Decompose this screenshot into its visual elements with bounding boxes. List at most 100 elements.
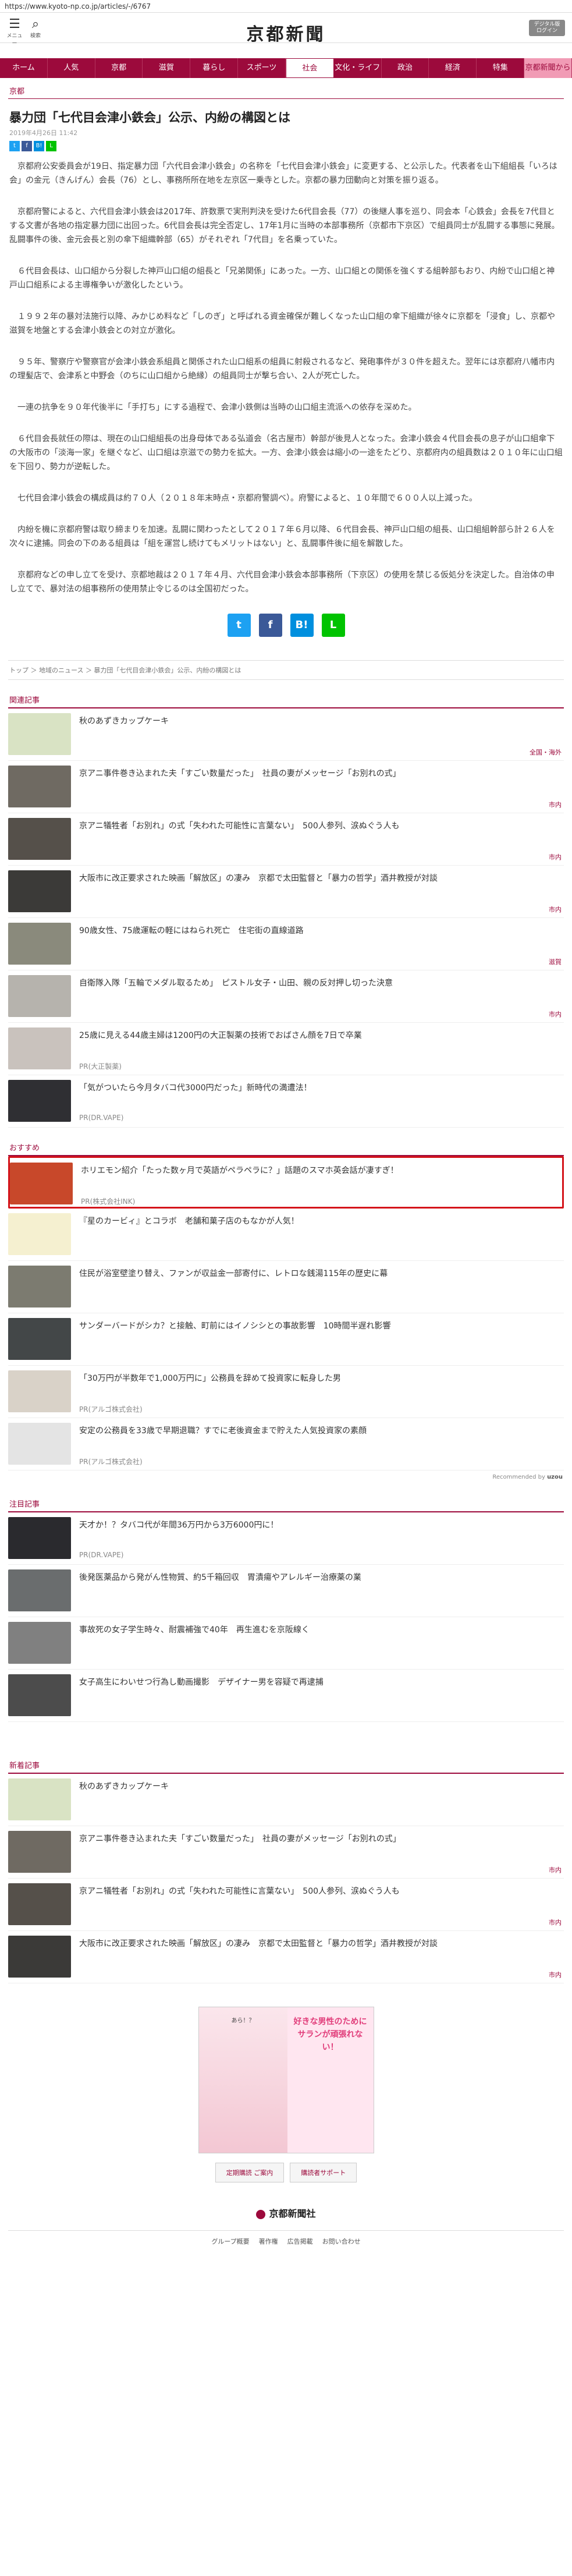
list-item[interactable]: 京アニ犠牲者「お別れ」の式「失われた可能性に言葉ない」 500人参列、涙ぬぐう人… bbox=[8, 1879, 564, 1931]
url-bar[interactable]: https://www.kyoto-np.co.jp/articles/-/67… bbox=[0, 0, 572, 13]
thumbnail-image bbox=[8, 923, 71, 965]
list-item[interactable]: 「30万円が半数年で1,000万円に」公務員を辞めて投資家に転身した男 PR(アル… bbox=[8, 1366, 564, 1418]
article-paragraph: 京都府公安委員会が19日、指定暴力団「六代目会津小鉄会」の名称を「七代目会津小鉄… bbox=[9, 162, 557, 185]
article-paragraph: ６代目会長は、山口組から分裂した神戸山口組の組長と「兄弟関係」にあった。一方、山… bbox=[9, 267, 555, 290]
list-item[interactable]: 天才か！？タバコ代が年間36万円から3万6000円に！ PR(DR.VAPE) bbox=[8, 1512, 564, 1565]
subscription-button[interactable]: 購読者サポート bbox=[290, 2163, 357, 2182]
line-icon[interactable]: L bbox=[46, 141, 56, 151]
twitter-icon[interactable]: t bbox=[227, 614, 251, 637]
thumbnail-image bbox=[8, 1517, 71, 1559]
list-item-title: 大阪市に改正要求された映画「解放区」の凄み 京都で太田監督と「暴力の哲学」酒井教… bbox=[79, 874, 438, 883]
nav-item[interactable]: 人気 bbox=[48, 58, 95, 78]
nav-item[interactable]: スポーツ bbox=[238, 58, 286, 78]
site-logo[interactable]: 京都新聞 bbox=[0, 20, 572, 45]
thumbnail-image bbox=[8, 1370, 71, 1412]
article-paragraph: ６代目会長就任の際は、現在の山口組組長の出身母体である弘道会（名古屋市）幹部が後… bbox=[9, 434, 563, 472]
list-item[interactable]: 京アニ事件巻き込まれた夫「すごい数量だった」 社員の妻がメッセージ「お別れの式」… bbox=[8, 1826, 564, 1879]
list-item[interactable]: サンダーバードがシカ？と接触、町前にはイノシシとの事故影響 10時間半遅れ影響 bbox=[8, 1313, 564, 1366]
nav-item[interactable]: 経済 bbox=[429, 58, 477, 78]
nav-item[interactable]: 暮らし bbox=[190, 58, 239, 78]
article-paragraph: １９９２年の暴対法施行以降、みかじめ料など「しのぎ」と呼ばれる資金確保が難しくな… bbox=[9, 312, 555, 335]
search-button[interactable]: ⌕ 検索 bbox=[27, 17, 44, 40]
list-item-title: 女子高生にわいせつ行為し動画撮影 デザイナー男を容疑で再逮捕 bbox=[79, 1678, 324, 1687]
list-item[interactable]: 秋のあずきカップケーキ 全国・海外 bbox=[8, 708, 564, 761]
thumbnail-image bbox=[8, 1318, 71, 1360]
share-bar-top: t f B! L bbox=[9, 141, 563, 151]
menu-button[interactable]: ☰ メニュー bbox=[6, 17, 23, 47]
list-item[interactable]: 秋のあずきカップケーキ bbox=[8, 1774, 564, 1826]
hatena-icon[interactable]: B! bbox=[34, 141, 44, 151]
share-bar-bottom: t f B! L bbox=[8, 614, 564, 637]
list-item[interactable]: 『星のカービィ』とコラボ 老舗和菓子店のもなかが人気！ bbox=[8, 1209, 564, 1261]
list-item-tag: 市内 bbox=[549, 906, 562, 913]
list-item-title: 大阪市に改正要求された映画「解放区」の凄み 京都で太田監督と「暴力の哲学」酒井教… bbox=[79, 1939, 438, 1948]
list-item[interactable]: 京アニ犠牲者「お別れ」の式「失われた可能性に言葉ない」 500人参列、涙ぬぐう人… bbox=[8, 813, 564, 866]
nav-item[interactable]: 滋賀 bbox=[143, 58, 191, 78]
nav-item[interactable]: 政治 bbox=[382, 58, 429, 78]
footer-link[interactable]: 著作権 bbox=[259, 2237, 278, 2246]
list-item-sponsor: PR(大正製薬) bbox=[79, 1062, 122, 1071]
nav-item[interactable]: 特集 bbox=[477, 58, 525, 78]
related-list: 秋のあずきカップケーキ 全国・海外 京アニ事件巻き込まれた夫「すごい数量だった」 社… bbox=[8, 708, 564, 1128]
list-item[interactable]: 90歳女性、75歳運転の軽にはねられ死亡 住宅街の直線道路 滋賀 bbox=[8, 918, 564, 970]
article-date: 2019年4月26日 11:42 bbox=[9, 129, 78, 137]
facebook-icon[interactable]: f bbox=[22, 141, 32, 151]
line-icon[interactable]: L bbox=[321, 614, 345, 637]
list-item-tag: 市内 bbox=[549, 801, 562, 809]
ad-right-panel: 好きな男性のために サランが頑張れない！ bbox=[287, 2007, 374, 2153]
list-item[interactable]: 事故死の女子学生時々、耐震補強で40年 再生進むを京阪線く bbox=[8, 1617, 564, 1670]
list-item[interactable]: 後発医薬品から発がん性物質、約5千箱回収 胃潰瘍やアレルギー治療薬の業 bbox=[8, 1565, 564, 1617]
list-item[interactable]: ホリエモン紹介「たった数ヶ月で英語がペラペラに？」話題のスマホ英会話が凄すぎ！ P… bbox=[8, 1156, 564, 1209]
nav-item[interactable]: ホーム bbox=[0, 58, 48, 78]
article-paragraph: 京都府警によると、六代目会津小鉄会は2017年、許数票で実刑判決を受けた6代目会… bbox=[9, 207, 560, 245]
list-item-title: 90歳女性、75歳運転の軽にはねられ死亡 住宅街の直線道路 bbox=[79, 926, 304, 936]
thumbnail-image bbox=[8, 766, 71, 807]
list-item[interactable]: 自衛隊入隊「五輪でメダル取るため」 ピストル女子・山田、親の反対押し切った決意市… bbox=[8, 970, 564, 1023]
thumbnail-image bbox=[8, 1569, 71, 1611]
footer-link[interactable]: グループ概要 bbox=[211, 2237, 249, 2246]
manga-ad-banner[interactable]: あら！？ 好きな男性のために サランが頑張れない！ bbox=[198, 2007, 374, 2153]
twitter-icon[interactable]: t bbox=[9, 141, 20, 151]
list-item[interactable]: 女子高生にわいせつ行為し動画撮影 デザイナー男を容疑で再逮捕 bbox=[8, 1670, 564, 1722]
breadcrumb[interactable]: トップ ＞ 地域のニュース ＞ 暴力団「七代目会津小鉄会」公示、内紛の構図とは bbox=[8, 660, 564, 680]
list-item[interactable]: 住民が浴室壁塗り替え、ファンが収益金一部寄付に、レトロな銭湯115年の歴史に幕 bbox=[8, 1261, 564, 1313]
footer-link[interactable]: 広告掲載 bbox=[287, 2237, 313, 2246]
category-nav: ホーム 人気 京都 滋賀 暮らし スポーツ 社会 文化・ライフ 政治 経済 特集 京都新聞から bbox=[0, 58, 572, 78]
search-label: 検索 bbox=[30, 33, 41, 39]
list-item-title: 京アニ犠牲者「お別れ」の式「失われた可能性に言葉ない」 500人参列、涙ぬぐう人… bbox=[79, 821, 400, 831]
article-paragraph: 内紛を機に京都府警は取り締まりを加速。乱闘に関わったとして２０１７年６月以降、６… bbox=[9, 525, 555, 548]
thumbnail-image bbox=[8, 1213, 71, 1255]
thumbnail-image bbox=[8, 1778, 71, 1820]
thumbnail-image bbox=[8, 870, 71, 912]
list-item-title: 秋のあずきカップケーキ bbox=[79, 717, 169, 726]
search-icon: ⌕ bbox=[31, 17, 40, 31]
thumbnail-image bbox=[8, 818, 71, 860]
nav-item[interactable]: 京都新聞から bbox=[524, 58, 572, 78]
nav-item[interactable]: 京都 bbox=[95, 58, 143, 78]
list-item[interactable]: 「気がついたら今月タバコ代3000円だった」新時代の満遭法！ PR(DR.VAPE… bbox=[8, 1075, 564, 1128]
uzou-logo: uzou bbox=[547, 1474, 563, 1480]
list-item[interactable]: 25歳に見える44歳主婦は1200円の大正製薬の技術でおばさん顔を7日で卒業 PR… bbox=[8, 1023, 564, 1075]
nav-item[interactable]: 文化・ライフ bbox=[334, 58, 382, 78]
recommend-list: ホリエモン紹介「たった数ヶ月で英語がペラペラに？」話題のスマホ英会話が凄すぎ！ P… bbox=[8, 1156, 564, 1471]
digital-login-button[interactable]: デジタル版 ログイン bbox=[529, 20, 565, 36]
footer-logo[interactable]: 京都新聞社 bbox=[8, 2206, 564, 2220]
hatena-icon[interactable]: B! bbox=[290, 614, 314, 637]
list-item-title: 25歳に見える44歳主婦は1200円の大正製薬の技術でおばさん顔を7日で卒業 bbox=[79, 1031, 362, 1040]
nav-item[interactable]: 社会 bbox=[285, 58, 334, 78]
list-item[interactable]: 安定の公務員を33歳で早期退職？すでに老後資金まで貯えた人気投資家の素顔 PR(ア… bbox=[8, 1418, 564, 1471]
list-item-title: 安定の公務員を33歳で早期退職？すでに老後資金まで貯えた人気投資家の素顔 bbox=[79, 1426, 367, 1436]
list-item[interactable]: 京アニ事件巻き込まれた夫「すごい数量だった」 社員の妻がメッセージ「お別れの式」… bbox=[8, 761, 564, 813]
thumbnail-image bbox=[8, 975, 71, 1017]
section-label: 京都 bbox=[8, 83, 564, 99]
list-item[interactable]: 大阪市に改正要求された映画「解放区」の凄み 京都で太田監督と「暴力の哲学」酒井教… bbox=[8, 1931, 564, 1983]
ad-left-panel: あら！？ bbox=[198, 2007, 287, 2153]
recommended-by[interactable]: Recommended by uzou bbox=[8, 1471, 564, 1484]
subscription-button[interactable]: 定期購読 ご案内 bbox=[215, 2163, 285, 2182]
facebook-icon[interactable]: f bbox=[258, 614, 282, 637]
list-item-title: 後発医薬品から発がん性物質、約5千箱回収 胃潰瘍やアレルギー治療薬の業 bbox=[79, 1573, 361, 1582]
list-item-title: 京アニ事件巻き込まれた夫「すごい数量だった」 社員の妻がメッセージ「お別れの式」 bbox=[79, 1834, 401, 1844]
footer-link[interactable]: お問い合わせ bbox=[322, 2237, 361, 2246]
thumbnail-image bbox=[8, 1266, 71, 1308]
list-item[interactable]: 大阪市に改正要求された映画「解放区」の凄み 京都で太田監督と「暴力の哲学」酒井教… bbox=[8, 866, 564, 918]
